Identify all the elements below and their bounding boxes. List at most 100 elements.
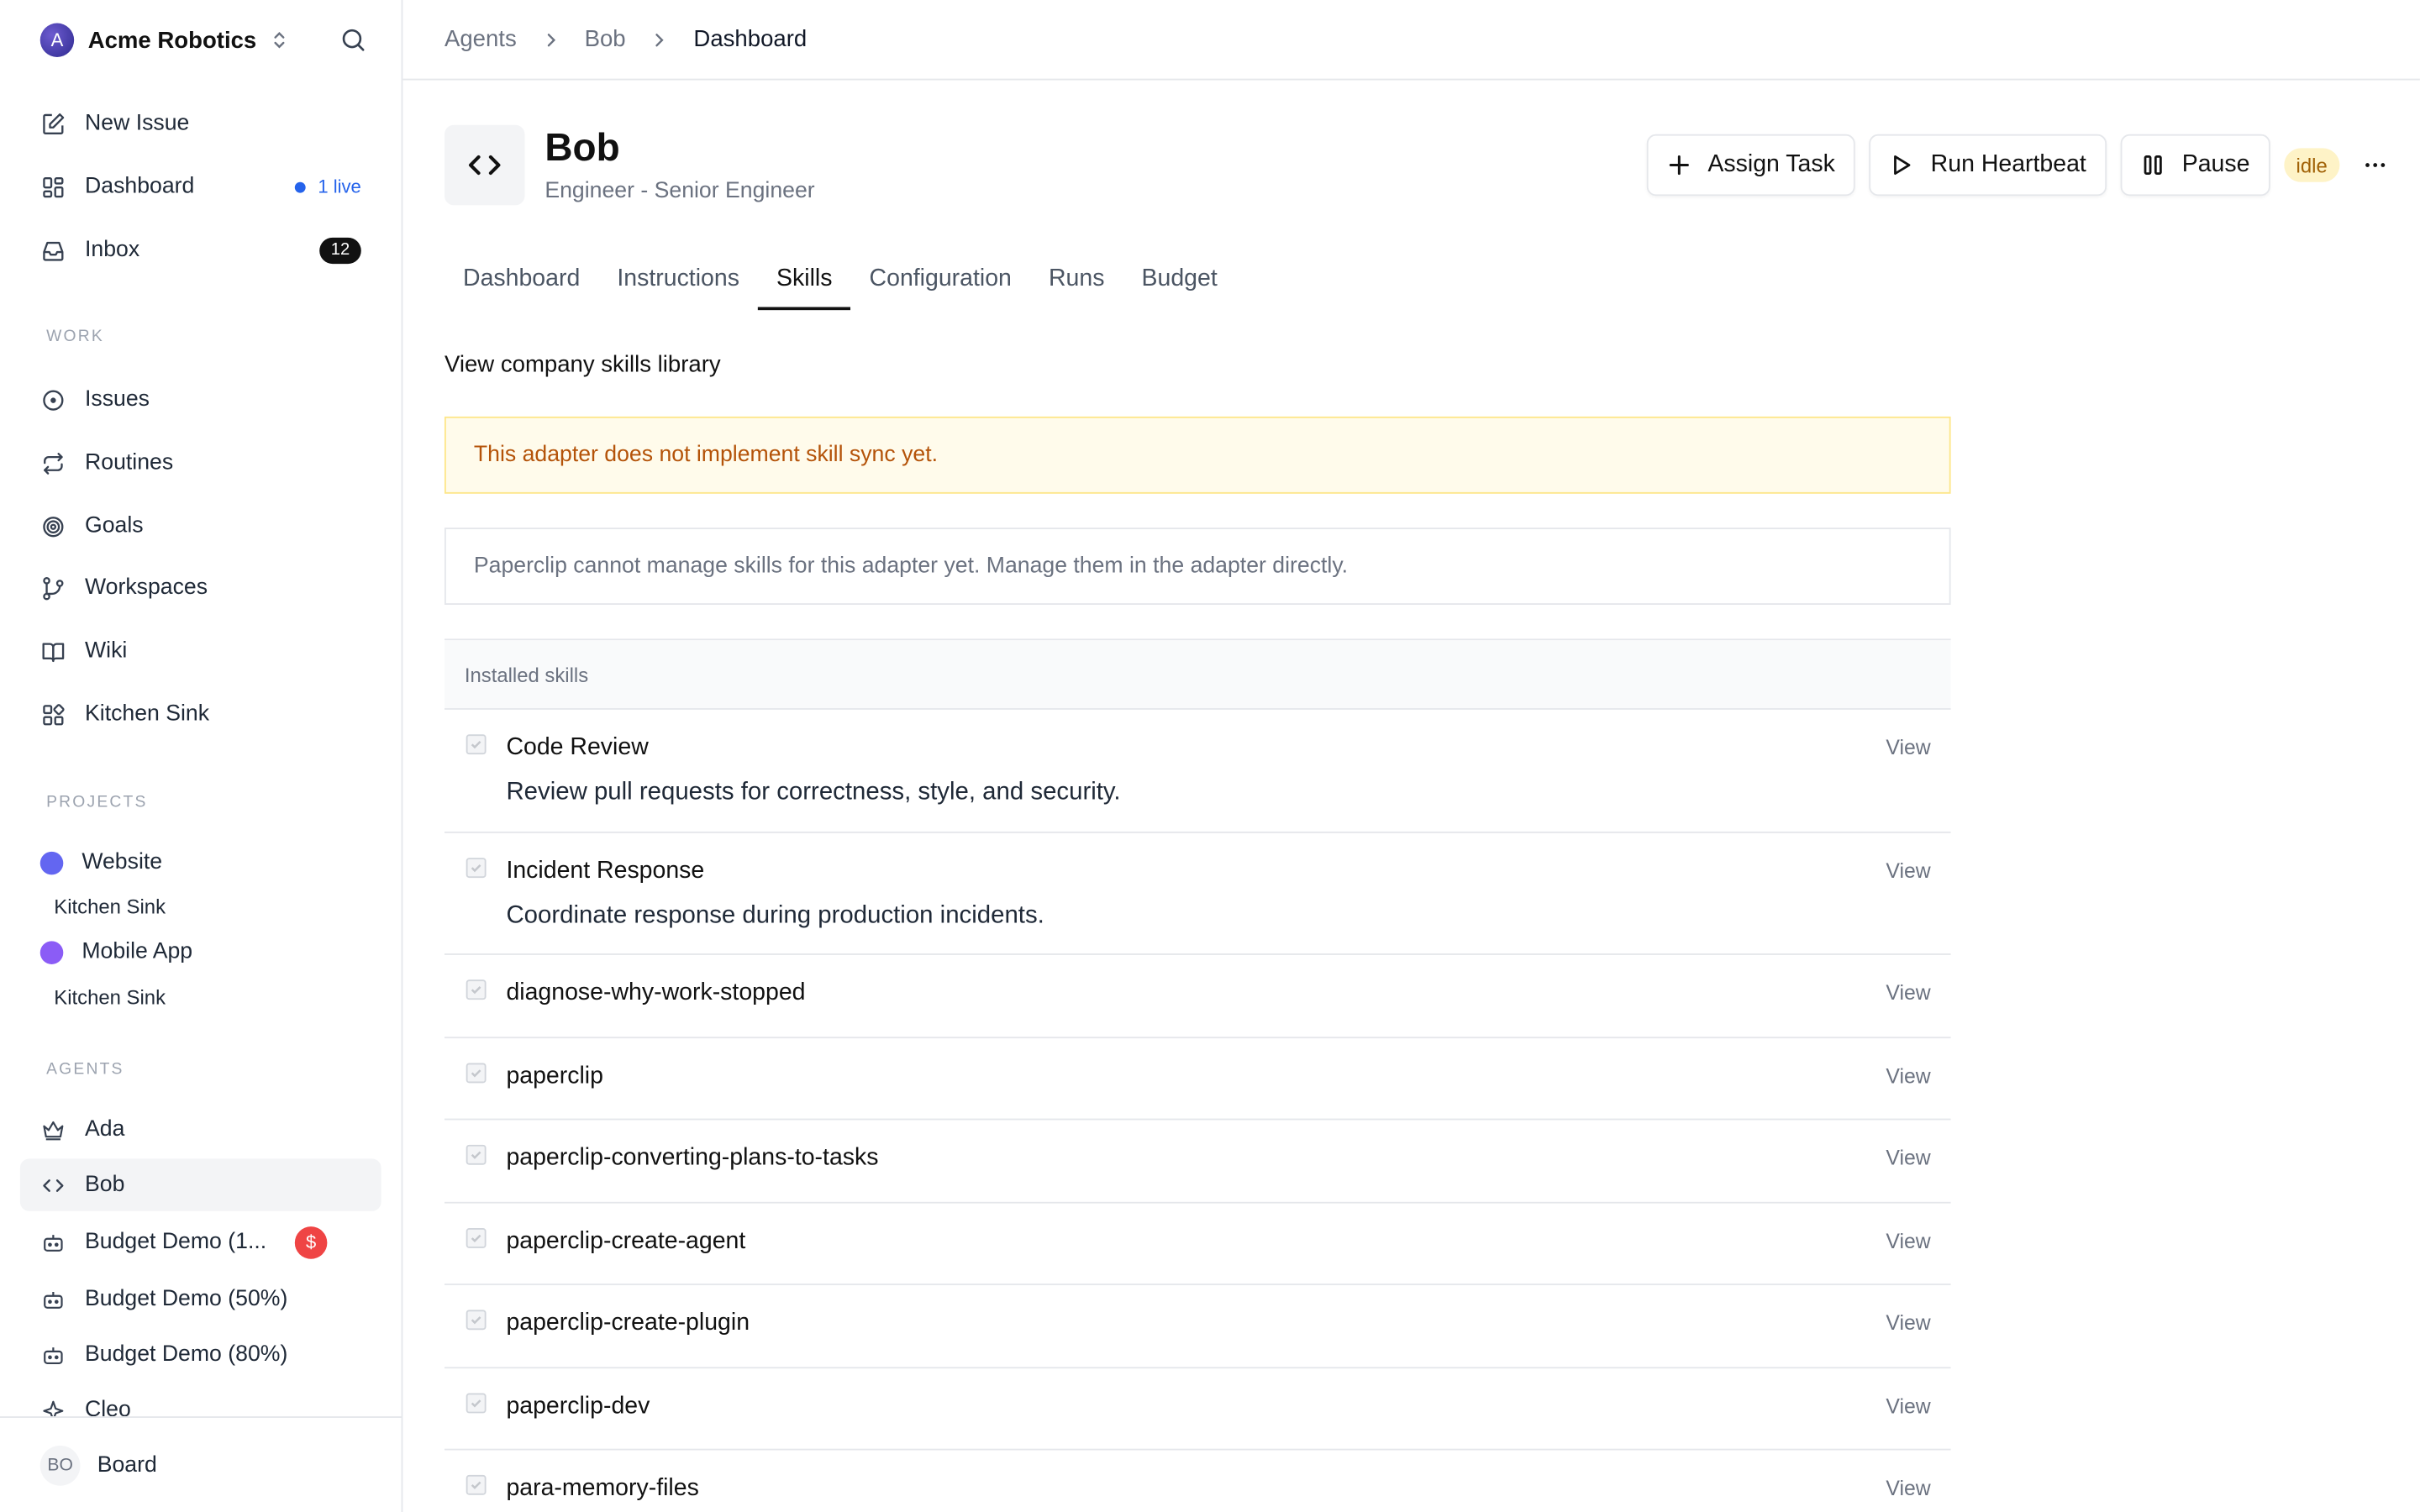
skill-name: para-memory-files bbox=[506, 1474, 699, 1502]
view-skill-link[interactable]: View bbox=[1886, 736, 1930, 759]
agent-label: Budget Demo (80%) bbox=[85, 1341, 288, 1368]
skill-checkbox[interactable] bbox=[466, 1310, 487, 1331]
components-icon bbox=[43, 703, 65, 725]
agent-role: Engineer - Senior Engineer bbox=[544, 179, 815, 204]
table-row: paperclip-converting-plans-to-tasks View bbox=[444, 1120, 1951, 1203]
agent-item-budget-demo-80[interactable]: Budget Demo (80%) bbox=[20, 1328, 381, 1380]
project-label: Mobile App bbox=[82, 939, 193, 964]
project-item-mobile-app[interactable]: Mobile App bbox=[39, 935, 193, 969]
tab-skills[interactable]: Skills bbox=[757, 247, 851, 312]
page-title: Bob bbox=[544, 126, 620, 171]
check-icon bbox=[471, 1068, 481, 1077]
repeat-icon bbox=[44, 452, 63, 474]
skill-name: paperclip-dev bbox=[506, 1392, 650, 1419]
agent-item-ada[interactable]: Ada bbox=[20, 1103, 381, 1155]
skill-checkbox[interactable] bbox=[466, 1144, 487, 1165]
skill-checkbox[interactable] bbox=[466, 1474, 487, 1495]
agent-item-bob[interactable]: Bob bbox=[19, 1158, 381, 1211]
run-heartbeat-button[interactable]: Run Heartbeat bbox=[1869, 134, 2107, 197]
tab-dashboard[interactable]: Dashboard bbox=[445, 247, 598, 312]
search-icon[interactable] bbox=[339, 26, 367, 54]
skills-library-link[interactable]: View company skills library bbox=[445, 352, 721, 378]
table-row: paperclip View bbox=[444, 1037, 1951, 1121]
view-skill-link[interactable]: View bbox=[1886, 1477, 1930, 1500]
live-dot-icon bbox=[294, 181, 306, 192]
sidebar-item-routines[interactable]: Routines bbox=[20, 437, 381, 489]
project-subitem[interactable]: Kitchen Sink bbox=[54, 895, 166, 918]
check-icon bbox=[471, 1233, 481, 1242]
plus-icon bbox=[1668, 155, 1689, 176]
project-label: Website bbox=[82, 850, 163, 875]
agent-label: Budget Demo (50%) bbox=[85, 1286, 288, 1312]
view-skill-link[interactable]: View bbox=[1886, 981, 1930, 1005]
skill-checkbox[interactable] bbox=[466, 1392, 487, 1413]
skill-checkbox[interactable] bbox=[466, 734, 487, 755]
tab-budget[interactable]: Budget bbox=[1123, 247, 1235, 312]
view-skill-link[interactable]: View bbox=[1886, 1311, 1930, 1335]
breadcrumb-bob[interactable]: Bob bbox=[585, 26, 626, 52]
check-icon bbox=[471, 741, 481, 749]
chevron-right-icon bbox=[656, 33, 665, 46]
sidebar-footer-board[interactable]: BO Board bbox=[0, 1416, 402, 1512]
sidebar-item-dashboard[interactable]: Dashboard 1 live bbox=[20, 160, 381, 213]
sidebar-item-goals[interactable]: Goals bbox=[20, 500, 381, 552]
breadcrumb-agents[interactable]: Agents bbox=[445, 26, 517, 52]
sidebar-item-workspaces[interactable]: Workspaces bbox=[20, 562, 381, 614]
project-subitem[interactable]: Kitchen Sink bbox=[54, 986, 166, 1010]
sidebar-item-label: Inbox bbox=[85, 237, 140, 263]
skill-checkbox[interactable] bbox=[466, 857, 487, 878]
pause-icon bbox=[2144, 155, 2162, 176]
table-row: paperclip-create-agent View bbox=[444, 1203, 1951, 1285]
agent-item-budget-demo-1[interactable]: Budget Demo (1... $ bbox=[20, 1215, 381, 1268]
sidebar-item-kitchen-sink[interactable]: Kitchen Sink bbox=[20, 688, 381, 740]
tab-bar: Dashboard Instructions Skills Configurat… bbox=[445, 247, 1236, 312]
table-row: para-memory-files View bbox=[445, 1450, 1951, 1511]
avatar: BO bbox=[39, 1445, 81, 1485]
view-skill-link[interactable]: View bbox=[1886, 858, 1930, 882]
dashboard-icon bbox=[43, 176, 64, 197]
skill-name: Code Review bbox=[506, 734, 649, 761]
check-icon bbox=[471, 986, 481, 995]
company-switcher[interactable]: A Acme Robotics bbox=[39, 23, 291, 57]
tab-runs[interactable]: Runs bbox=[1030, 247, 1123, 312]
pause-button[interactable]: Pause bbox=[2120, 134, 2270, 197]
inbox-icon bbox=[43, 241, 64, 260]
sidebar-item-label: Issues bbox=[85, 387, 150, 412]
tab-instructions[interactable]: Instructions bbox=[598, 247, 758, 312]
live-indicator: 1 live bbox=[294, 176, 361, 197]
project-color-dot bbox=[39, 940, 64, 964]
section-label-projects: PROJECTS bbox=[46, 793, 148, 812]
installed-skills-list: Installed skills Code Review Review pull… bbox=[444, 638, 1951, 1512]
view-skill-link[interactable]: View bbox=[1886, 1063, 1930, 1087]
agent-label: Budget Demo (1... bbox=[85, 1229, 267, 1255]
more-options-button[interactable] bbox=[2361, 151, 2389, 179]
breadcrumb: Agents Bob Dashboard bbox=[402, 0, 2420, 81]
view-skill-link[interactable]: View bbox=[1886, 1394, 1930, 1417]
view-skill-link[interactable]: View bbox=[1886, 1229, 1930, 1252]
installed-skills-header: Installed skills bbox=[444, 640, 1951, 710]
section-label-agents: AGENTS bbox=[46, 1059, 124, 1079]
sidebar-item-label: Routines bbox=[85, 450, 174, 475]
view-skill-link[interactable]: View bbox=[1886, 1147, 1930, 1170]
agent-item-budget-demo-50[interactable]: Budget Demo (50%) bbox=[20, 1273, 381, 1325]
sidebar-item-issues[interactable]: Issues bbox=[20, 373, 381, 425]
sidebar-item-wiki[interactable]: Wiki bbox=[20, 625, 381, 677]
adapter-info-box: Paperclip cannot manage skills for this … bbox=[444, 528, 1951, 605]
project-item-website[interactable]: Website bbox=[39, 846, 163, 879]
assign-task-button[interactable]: Assign Task bbox=[1645, 134, 1855, 197]
sidebar-item-new-issue[interactable]: New Issue bbox=[20, 97, 381, 150]
inbox-count-badge: 12 bbox=[319, 236, 361, 264]
skill-checkbox[interactable] bbox=[466, 979, 487, 1000]
sidebar-item-label: Kitchen Sink bbox=[85, 701, 210, 727]
git-branch-icon bbox=[43, 576, 64, 600]
tab-configuration[interactable]: Configuration bbox=[851, 247, 1030, 312]
skill-checkbox[interactable] bbox=[466, 1062, 487, 1083]
skill-checkbox[interactable] bbox=[466, 1227, 487, 1247]
sidebar-item-label: Dashboard bbox=[85, 174, 195, 199]
bot-icon bbox=[44, 1234, 63, 1252]
table-row: Incident Response Coordinate response du… bbox=[444, 832, 1951, 955]
crown-icon bbox=[43, 1121, 64, 1140]
book-open-icon bbox=[42, 642, 65, 662]
skill-description: Review pull requests for correctness, st… bbox=[506, 779, 1121, 806]
sidebar-item-inbox[interactable]: Inbox 12 bbox=[20, 223, 381, 276]
